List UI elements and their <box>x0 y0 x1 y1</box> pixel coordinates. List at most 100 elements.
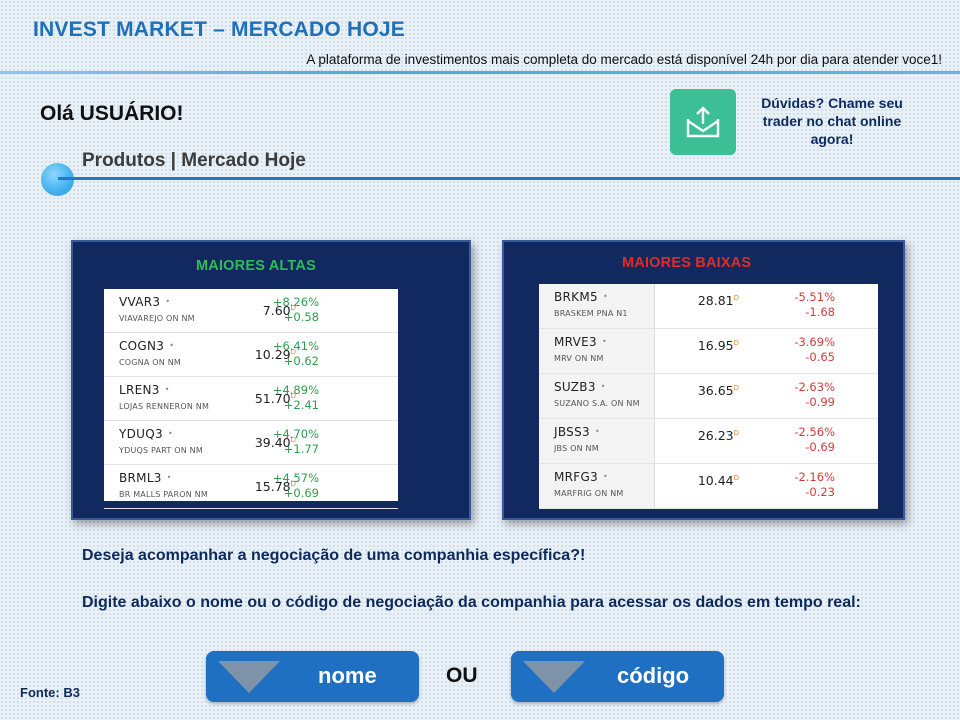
stock-change-absolute: -0.99 <box>805 395 835 409</box>
stock-change-percent: +6.41% <box>272 339 319 353</box>
stock-change: +6.41% +0.62 <box>239 339 319 369</box>
stock-row[interactable]: COGN3 • COGNA ON NM 10.29D +6.41% +0.62 <box>104 333 398 377</box>
stock-change-absolute: +1.77 <box>283 442 319 456</box>
stock-row[interactable]: VVAR3 • VIAVAREJO ON NM 7.60D +8.26% +0.58 <box>104 289 398 333</box>
stock-change: -2.63% -0.99 <box>755 380 835 410</box>
stock-price-value: 28.81 <box>697 293 734 308</box>
top-gainers-title: MAIORES ALTAS <box>196 258 316 274</box>
stock-company-name: SUZANO S.A. ON NM <box>554 399 640 408</box>
stock-ticker: YDUQ3 • <box>119 427 173 441</box>
stock-ticker: COGN3 • <box>119 339 174 353</box>
stock-change-percent: -2.63% <box>794 380 835 394</box>
price-marker: D <box>733 338 739 347</box>
stock-row[interactable]: SUZB3 • SUZANO S.A. ON NM 36.65D -2.63% -0.99 <box>539 374 878 419</box>
stock-ticker: LREN3 • <box>119 383 170 397</box>
dropdown-arrow-icon <box>523 661 585 693</box>
dropdown-arrow-icon <box>218 661 280 693</box>
top-losers-table: BRKM5 • BRASKEM PNA N1 28.81D -5.51% -1.68 MRV… <box>539 284 878 509</box>
search-question: Deseja acompanhar a negociação de uma co… <box>82 547 586 564</box>
stock-ticker: BRKM5 • <box>554 290 608 304</box>
stock-change-absolute: -0.65 <box>805 350 835 364</box>
stock-ticker: BRML3 • <box>119 471 172 485</box>
stock-ticker: JBSS3 • <box>554 425 600 439</box>
stock-change: -3.69% -0.65 <box>755 335 835 365</box>
stock-company-name: MRV ON NM <box>554 354 604 363</box>
stock-change-absolute: +0.62 <box>283 354 319 368</box>
stock-row[interactable]: JBSS3 • JBS ON NM 26.23D -2.56% -0.69 <box>539 419 878 464</box>
stock-ticker-code: BRKM5 <box>554 290 598 304</box>
stock-change: -2.16% -0.23 <box>755 470 835 500</box>
stock-company-name: COGNA ON NM <box>119 358 181 367</box>
top-gainers-panel: MAIORES ALTAS VVAR3 • VIAVAREJO ON NM 7.60D… <box>71 240 471 520</box>
stock-change: +4.70% +1.77 <box>239 427 319 457</box>
stock-ticker: MRVE3 • <box>554 335 607 349</box>
stock-change-absolute: +0.69 <box>283 486 319 500</box>
stock-change-percent: -2.56% <box>794 425 835 439</box>
stock-price: 16.95D <box>669 338 739 353</box>
stock-row[interactable]: BRML3 • BR MALLS PARON NM 15.78D +4.57% +0.69 <box>104 465 398 509</box>
search-instruction: Digite abaixo o nome ou o código de nego… <box>82 594 861 611</box>
stock-change-absolute: -0.23 <box>805 485 835 499</box>
stock-change-absolute: -0.69 <box>805 440 835 454</box>
stock-ticker-code: COGN3 <box>119 339 165 353</box>
stock-price: 10.44D <box>669 473 739 488</box>
stock-change-percent: +4.57% <box>272 471 319 485</box>
favorite-dot-icon: • <box>165 297 171 306</box>
price-marker: D <box>733 383 739 392</box>
stock-ticker-code: VVAR3 <box>119 295 161 309</box>
section-divider <box>58 177 960 180</box>
stock-change: -2.56% -0.69 <box>755 425 835 455</box>
stock-company-name: BRASKEM PNA N1 <box>554 309 628 318</box>
stock-price: 36.65D <box>669 383 739 398</box>
stock-price-value: 16.95 <box>697 338 734 353</box>
stock-price-value: 26.23 <box>697 428 734 443</box>
stock-change-percent: -5.51% <box>794 290 835 304</box>
stock-ticker: SUZB3 • <box>554 380 606 394</box>
stock-change-percent: -3.69% <box>794 335 835 349</box>
price-marker: D <box>733 428 739 437</box>
stock-row[interactable]: YDUQ3 • YDUQS PART ON NM 39.40D +4.70% +1.77 <box>104 421 398 465</box>
stock-row[interactable]: LREN3 • LOJAS RENNERON NM 51.70D +4.89% +2.41 <box>104 377 398 421</box>
app-title: INVEST MARKET – MERCADO HOJE <box>33 18 405 41</box>
favorite-dot-icon: • <box>601 337 607 346</box>
stock-ticker-code: MRVE3 <box>554 335 597 349</box>
stock-ticker-code: JBSS3 <box>554 425 590 439</box>
stock-company-name: YDUQS PART ON NM <box>119 446 203 455</box>
search-by-name-button[interactable]: nome <box>206 651 419 702</box>
stock-change: +4.89% +2.41 <box>239 383 319 413</box>
header-divider <box>0 71 960 74</box>
app-subtitle: A plataforma de investimentos mais compl… <box>306 52 942 67</box>
section-title: Produtos | Mercado Hoje <box>82 150 306 171</box>
or-separator: OU <box>446 664 478 687</box>
stock-company-name: LOJAS RENNERON NM <box>119 402 210 411</box>
stock-company-name: VIAVAREJO ON NM <box>119 314 195 323</box>
stock-row[interactable]: BRKM5 • BRASKEM PNA N1 28.81D -5.51% -1.68 <box>539 284 878 329</box>
top-gainers-table: VVAR3 • VIAVAREJO ON NM 7.60D +8.26% +0.58 COG… <box>104 289 398 509</box>
favorite-dot-icon: • <box>603 472 609 481</box>
chat-help-button[interactable] <box>670 89 736 155</box>
top-losers-title: MAIORES BAIXAS <box>622 255 752 271</box>
stock-company-name: BR MALLS PARON NM <box>119 490 208 499</box>
price-marker: D <box>733 293 739 302</box>
stock-company-name: MARFRIG ON NM <box>554 489 624 498</box>
stock-change-absolute: +0.58 <box>283 310 319 324</box>
stock-change-percent: -2.16% <box>794 470 835 484</box>
stock-ticker-code: YDUQ3 <box>119 427 163 441</box>
stock-ticker-code: SUZB3 <box>554 380 596 394</box>
stock-row[interactable]: MRVE3 • MRV ON NM 16.95D -3.69% -0.65 <box>539 329 878 374</box>
stock-row[interactable]: MRFG3 • MARFRIG ON NM 10.44D -2.16% -0.23 <box>539 464 878 509</box>
favorite-dot-icon: • <box>164 385 170 394</box>
mail-upload-icon <box>686 106 720 138</box>
stock-ticker-code: LREN3 <box>119 383 160 397</box>
stock-change-percent: +8.26% <box>272 295 319 309</box>
stock-change: -5.51% -1.68 <box>755 290 835 320</box>
favorite-dot-icon: • <box>594 427 600 436</box>
top-losers-panel: MAIORES BAIXAS BRKM5 • BRASKEM PNA N1 28.81… <box>502 240 905 520</box>
stock-change: +4.57% +0.69 <box>239 471 319 501</box>
favorite-dot-icon: • <box>167 429 173 438</box>
stock-price-value: 36.65 <box>697 383 734 398</box>
search-by-name-label: nome <box>318 663 377 688</box>
search-by-code-button[interactable]: código <box>511 651 724 702</box>
stock-change: +8.26% +0.58 <box>239 295 319 325</box>
stock-ticker-code: BRML3 <box>119 471 162 485</box>
